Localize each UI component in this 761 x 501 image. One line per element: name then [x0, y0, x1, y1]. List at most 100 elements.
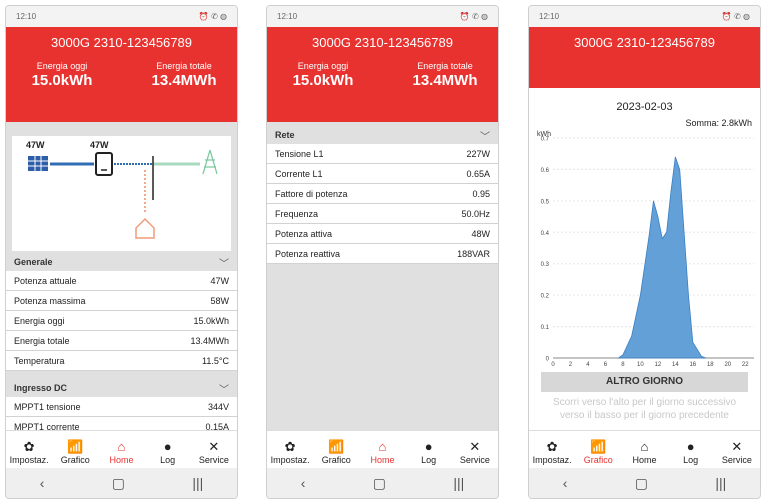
- y-tick-label: 0.6: [541, 168, 550, 174]
- nav-chart[interactable]: 📶 Grafico: [314, 439, 358, 465]
- chart-icon: 📶: [67, 439, 84, 454]
- home-icon: ⌂: [640, 439, 649, 454]
- chart-date: 2023-02-03: [616, 101, 673, 113]
- bottom-nav: ✿ Impostaz. 📶 Grafico ⌂ Home ● Log ✕ Service: [267, 430, 498, 468]
- header: 3000G 2310-123456789 Energia oggi 15.0kWh…: [267, 27, 498, 122]
- nav-settings[interactable]: ✿ Impostaz.: [530, 439, 574, 465]
- status-bar: 12:10 ⏰ ✆ ◍: [6, 6, 237, 27]
- phone-chart-screen: 12:10 ⏰ ✆ ◍ 3000G 2310-123456789 2023-02-…: [528, 5, 761, 499]
- home-icon: ⌂: [378, 439, 387, 454]
- nav-service[interactable]: ✕ Service: [192, 439, 236, 465]
- x-tick-label: 6: [604, 362, 608, 366]
- chevron-down-icon: ﹀: [480, 131, 490, 143]
- nav-log[interactable]: ● Log: [146, 439, 190, 465]
- nav-log[interactable]: ● Log: [407, 439, 451, 465]
- section-dc-title: Ingresso DC: [14, 383, 68, 393]
- phone-grid-screen: 12:10 ⏰ ✆ ◍ 3000G 2310-123456789 Energia …: [266, 5, 499, 499]
- nav-home[interactable]: ⌂ Home: [99, 439, 143, 465]
- header: 3000G 2310-123456789: [529, 27, 760, 88]
- device-title: 3000G 2310-123456789: [51, 35, 192, 50]
- recents-button[interactable]: |||: [715, 475, 726, 491]
- system-nav-bar: ‹ ▢ |||: [529, 468, 760, 498]
- tools-icon: ✕: [469, 439, 481, 454]
- table-row: Temperatura 11.5°C: [6, 351, 237, 371]
- device-title: 3000G 2310-123456789: [312, 35, 453, 50]
- nav-service[interactable]: ✕ Service: [453, 439, 497, 465]
- nav-settings[interactable]: ✿ Impostaz.: [7, 439, 51, 465]
- table-row: Frequenza 50.0Hz: [267, 204, 498, 224]
- status-time: 12:10: [16, 12, 37, 21]
- table-row: Potenza attuale 47W: [6, 271, 237, 291]
- table-row: Corrente L1 0.65A: [267, 164, 498, 184]
- inverter-icon: [95, 152, 113, 176]
- section-rete-title: Rete: [275, 130, 295, 140]
- section-rete[interactable]: Rete ﹀: [267, 126, 498, 144]
- home-button[interactable]: ▢: [373, 475, 386, 492]
- back-button[interactable]: ‹: [301, 475, 306, 491]
- nav-settings[interactable]: ✿ Impostaz.: [268, 439, 312, 465]
- total-kpi: Energia totale 13.4MWh: [412, 61, 478, 89]
- nav-home[interactable]: ⌂ Home: [360, 439, 404, 465]
- header: 3000G 2310-123456789 Energia oggi 15.0kWh…: [6, 27, 237, 122]
- system-nav-bar: ‹ ▢ |||: [267, 468, 498, 498]
- nav-service[interactable]: ✕ Service: [715, 439, 759, 465]
- y-tick-label: 0.4: [541, 231, 550, 237]
- y-tick-label: 0.5: [541, 199, 550, 205]
- table-row: Potenza reattiva 188VAR: [267, 244, 498, 264]
- house-icon: [135, 217, 155, 239]
- inverter-power: 47W: [90, 140, 109, 150]
- table-row: Energia totale 13.4MWh: [6, 331, 237, 351]
- bottom-nav: ✿ Impostaz. 📶 Grafico ⌂ Home ● Log ✕ Service: [6, 430, 237, 468]
- section-ingresso-dc[interactable]: Ingresso DC ﹀: [6, 379, 237, 397]
- total-kpi: Energia totale 13.4MWh: [134, 61, 234, 89]
- daily-energy-chart: kWh00.10.20.30.40.50.60.70 2 4 6 8 10 12 14 16 18…: [537, 131, 754, 366]
- chevron-down-icon: ﹀: [219, 384, 229, 396]
- swipe-hint: Scorri verso l'alto per il giorno succes…: [552, 397, 737, 421]
- table-row: Potenza massima 58W: [6, 291, 237, 311]
- y-tick-label: 0: [546, 357, 550, 363]
- x-tick-label: 0: [551, 362, 555, 366]
- x-tick-label: 10: [637, 362, 644, 366]
- nav-chart[interactable]: 📶 Grafico: [576, 439, 620, 465]
- table-row: Potenza attiva 48W: [267, 224, 498, 244]
- y-tick-label: 0.1: [541, 325, 550, 331]
- system-nav-bar: ‹ ▢ |||: [6, 468, 237, 498]
- other-day-button[interactable]: ALTRO GIORNO: [541, 372, 748, 392]
- chevron-down-icon: ﹀: [219, 258, 229, 270]
- info-icon: ●: [163, 439, 172, 454]
- y-tick-label: 0.2: [541, 294, 550, 300]
- home-button[interactable]: ▢: [112, 475, 125, 492]
- recents-button[interactable]: |||: [192, 475, 203, 491]
- today-label: Energia oggi: [36, 61, 88, 71]
- x-tick-label: 14: [672, 362, 679, 366]
- chart-icon: 📶: [328, 439, 345, 454]
- bottom-nav: ✿ Impostaz. 📶 Grafico ⌂ Home ● Log ✕ Service: [529, 430, 760, 468]
- today-kpi: Energia oggi 15.0kWh: [12, 61, 112, 89]
- back-button[interactable]: ‹: [40, 475, 45, 491]
- table-row: Fattore di potenza 0.95: [267, 184, 498, 204]
- table-row: MPPT1 tensione 344V: [6, 397, 237, 417]
- chart-icon: 📶: [590, 439, 607, 454]
- status-bar: 12:10 ⏰ ✆ ◍: [529, 6, 760, 27]
- gear-icon: ✿: [284, 439, 296, 454]
- nav-chart[interactable]: 📶 Grafico: [53, 439, 97, 465]
- section-generale-title: Generale: [14, 257, 53, 267]
- nav-log[interactable]: ● Log: [669, 439, 713, 465]
- x-tick-label: 22: [742, 362, 749, 366]
- today-value: 15.0kWh: [31, 72, 93, 89]
- back-button[interactable]: ‹: [563, 475, 568, 491]
- solar-panel-icon: [28, 156, 48, 171]
- recents-button[interactable]: |||: [453, 475, 464, 491]
- tools-icon: ✕: [731, 439, 743, 454]
- y-tick-label: 0.7: [541, 137, 550, 143]
- nav-home[interactable]: ⌂ Home: [622, 439, 666, 465]
- status-icons: ⏰ ✆ ◍: [198, 12, 227, 21]
- home-icon: ⌂: [117, 439, 126, 454]
- gear-icon: ✿: [546, 439, 558, 454]
- section-generale[interactable]: Generale ﹀: [6, 253, 237, 271]
- x-tick-label: 8: [621, 362, 625, 366]
- pv-power: 47W: [26, 140, 45, 150]
- phone-home-screen: 12:10 ⏰ ✆ ◍ 3000G 2310-123456789 Energia …: [5, 5, 238, 499]
- home-button[interactable]: ▢: [635, 475, 648, 492]
- x-tick-label: 20: [724, 362, 731, 366]
